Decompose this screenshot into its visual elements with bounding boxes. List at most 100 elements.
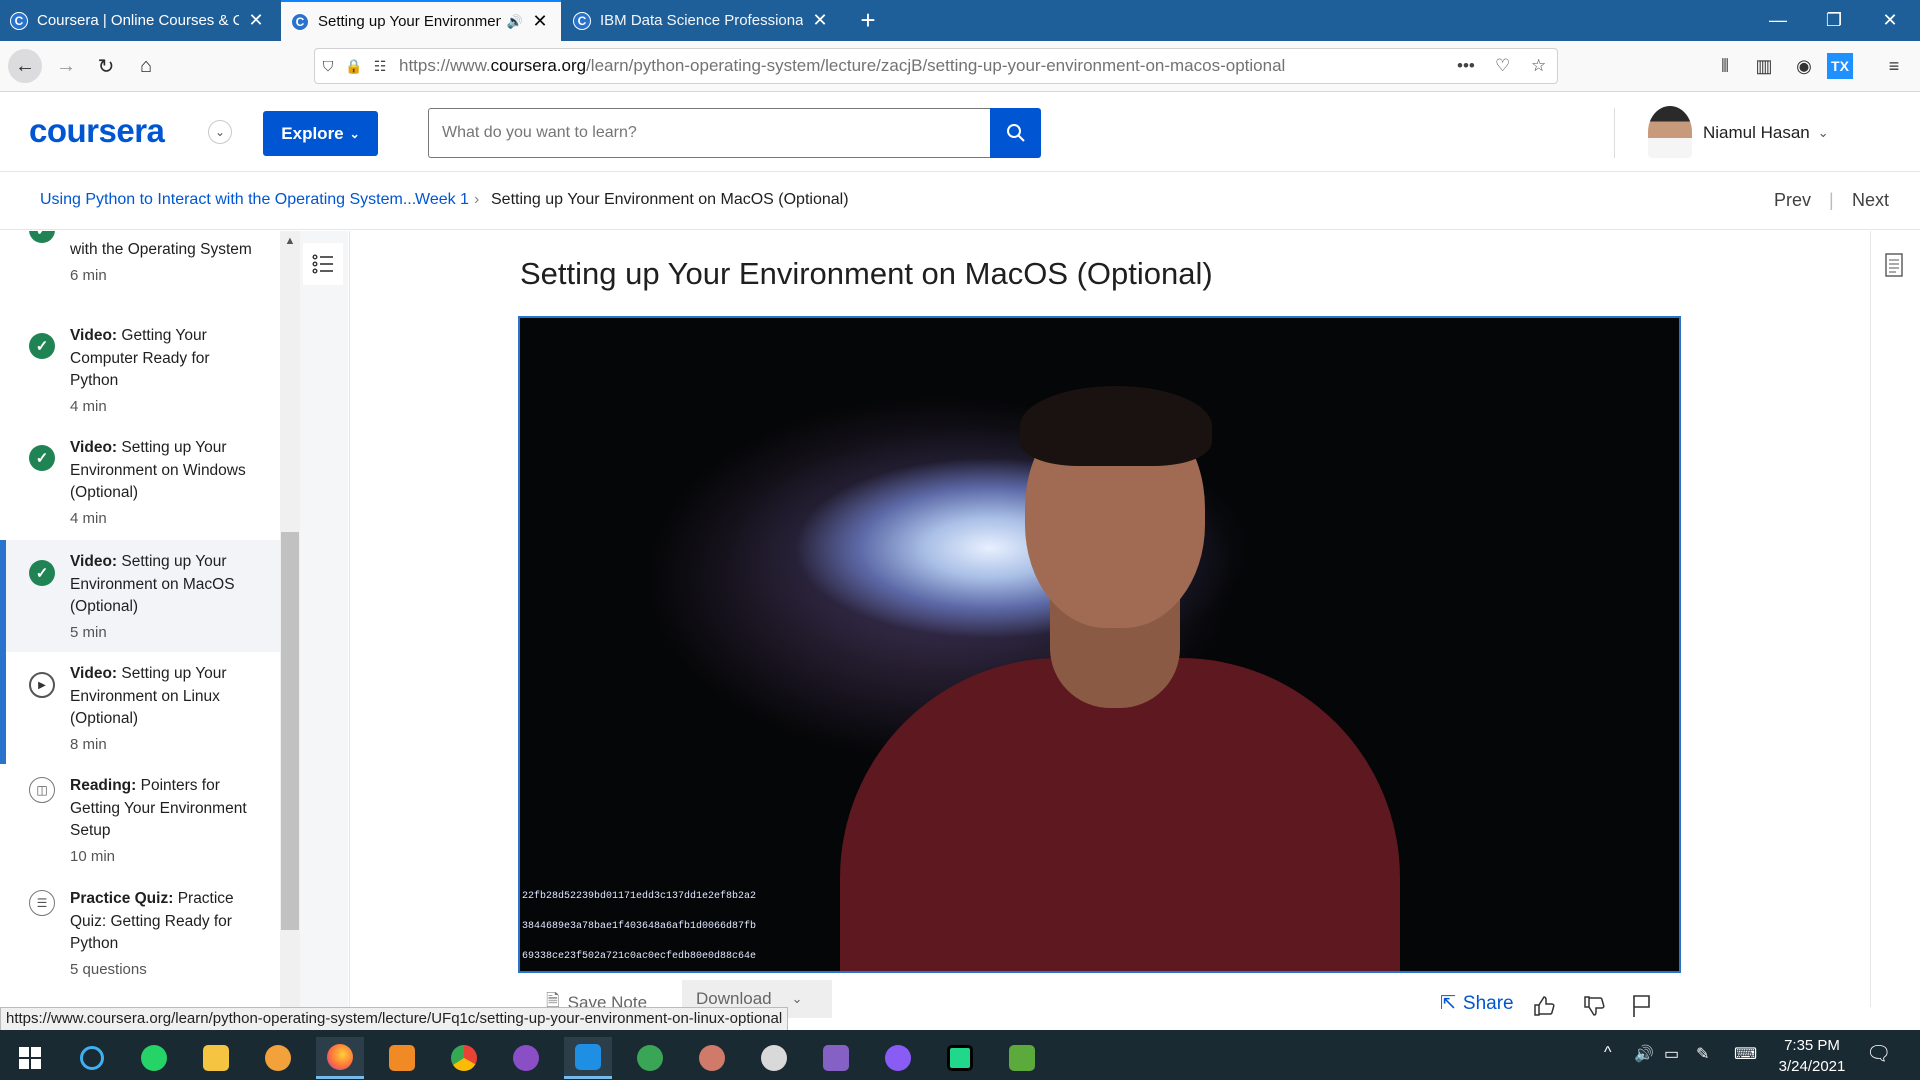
network-icon[interactable]: ▭ [1664, 1044, 1679, 1064]
reload-icon[interactable]: ↻ [89, 49, 123, 83]
browser-tab-ibm[interactable]: C IBM Data Science Professional C ✕ [563, 0, 841, 41]
shield-icon[interactable]: ⛉ [315, 58, 341, 75]
share-button[interactable]: ⇱ Share [1440, 992, 1514, 1015]
search-icon [1006, 124, 1025, 142]
list-item[interactable]: ◫ Reading: Pointers for Getting Your Env… [0, 775, 280, 879]
file-explorer-icon[interactable] [192, 1037, 240, 1079]
restore-icon[interactable]: ❐ [1806, 0, 1862, 41]
close-tab-icon[interactable]: ✕ [531, 11, 549, 32]
chevron-down-icon: ⌄ [1817, 125, 1829, 140]
user-menu[interactable]: Niamul Hasan ⌄ [1703, 123, 1829, 143]
taskbar-clock[interactable]: 7:35 PM 3/24/2021 [1767, 1035, 1857, 1077]
photo-app-icon[interactable] [378, 1037, 426, 1079]
search-button[interactable] [990, 108, 1041, 158]
outline-item-text: Video: Getting Your Computer Ready for P… [70, 325, 252, 418]
list-item[interactable]: ✓ with the Operating System 6 min [0, 231, 280, 305]
permissions-icon[interactable]: ☷ [367, 58, 393, 75]
volume-icon[interactable]: 🔊 [1634, 1044, 1654, 1064]
list-item[interactable]: ▶ Video: Setting up Your Environment on … [0, 652, 280, 764]
pycharm-icon[interactable] [936, 1037, 984, 1079]
next-link[interactable]: Next [1852, 190, 1889, 211]
list-item-active[interactable]: ✓ Video: Setting up Your Environment on … [0, 540, 280, 652]
list-item[interactable]: ✓ Video: Getting Your Computer Ready for… [0, 325, 280, 429]
new-tab-icon[interactable]: + [852, 4, 884, 36]
coursera-logo[interactable]: coursera [29, 112, 165, 150]
windows-taskbar: ^ 🔊 ▭ ✎ ⌨ 7:35 PM 3/24/2021 🗨 [0, 1030, 1920, 1080]
library-icon[interactable]: ⫴ [1708, 49, 1742, 83]
video-player[interactable]: 22fb28d52239bd01171edd3c137dd1e2ef8b2a2 … [518, 316, 1681, 973]
sidebar-scrollbar-thumb[interactable] [281, 532, 299, 930]
clock-date: 3/24/2021 [1778, 1058, 1846, 1075]
app-icon[interactable] [688, 1037, 736, 1079]
like-button[interactable] [1530, 992, 1558, 1020]
keyboard-icon[interactable]: ⌨ [1734, 1044, 1757, 1064]
toc-toggle-button[interactable] [303, 243, 343, 285]
url-bar[interactable]: ⛉ 🔒 ☷ https://www.coursera.org/learn/pyt… [314, 48, 1558, 84]
inkscape-icon[interactable] [750, 1037, 798, 1079]
outline-item-kind: Video: [70, 327, 118, 344]
scroll-up-icon[interactable]: ▲ [280, 231, 300, 251]
coursera-favicon-icon: C [10, 11, 28, 30]
browser-tab-current[interactable]: C Setting up Your Environmen 🔊 ✕ [281, 0, 561, 41]
minimize-icon[interactable]: — [1750, 0, 1806, 41]
sidebar-toggle-icon[interactable]: ▥ [1747, 49, 1781, 83]
firefox-icon[interactable] [316, 1037, 364, 1079]
spreadsheet-icon[interactable] [998, 1037, 1046, 1079]
notifications-icon[interactable]: 🗨 [1866, 1041, 1891, 1066]
url-path: /learn/python-operating-system/lecture/z… [586, 56, 1286, 75]
chevron-down-icon: ⌄ [349, 126, 360, 141]
list-item[interactable]: ✓ Video: Setting up Your Environment on … [0, 437, 280, 541]
chevron-up-icon[interactable]: ^ [1604, 1044, 1612, 1062]
home-icon[interactable]: ⌂ [129, 49, 163, 83]
windows-start-icon[interactable] [6, 1037, 54, 1079]
browser-tab-coursera-home[interactable]: C Coursera | Online Courses & Cre ✕ [0, 0, 277, 41]
browser-nav-bar: ← → ↻ ⌂ ⛉ 🔒 ☷ https://www.coursera.org/l… [0, 41, 1920, 92]
outline-item-duration: 8 min [70, 735, 107, 753]
chevron-down-icon[interactable]: ⌄ [208, 120, 232, 144]
messenger-icon[interactable] [874, 1037, 922, 1079]
user-name: Niamul Hasan [1703, 123, 1810, 142]
pocket-icon[interactable]: ♡ [1495, 49, 1510, 83]
dislike-button[interactable] [1580, 992, 1608, 1020]
speaker-icon[interactable]: 🔊 [507, 14, 523, 30]
share-label: Share [1462, 992, 1514, 1014]
search-icon[interactable] [68, 1037, 116, 1079]
bookmark-star-icon[interactable]: ☆ [1531, 49, 1546, 83]
prev-link[interactable]: Prev [1774, 190, 1811, 211]
globe-app-icon[interactable] [626, 1037, 674, 1079]
avatar[interactable] [1648, 106, 1692, 158]
menu-icon[interactable]: ≡ [1877, 49, 1911, 83]
forward-icon[interactable]: → [49, 49, 83, 83]
account-icon[interactable]: ◉ [1787, 49, 1821, 83]
pen-icon[interactable]: ✎ [1696, 1044, 1709, 1064]
breadcrumb-course[interactable]: Using Python to Interact with the Operat… [40, 191, 416, 209]
chrome-icon[interactable] [440, 1037, 488, 1079]
lock-icon[interactable]: 🔒 [341, 58, 367, 75]
transcript-icon[interactable] [1884, 253, 1906, 277]
github-desktop-icon[interactable] [502, 1037, 550, 1079]
outline-item-kind: Video: [70, 553, 118, 570]
visual-studio-icon[interactable] [812, 1037, 860, 1079]
close-window-icon[interactable]: ✕ [1862, 0, 1918, 41]
url-host: coursera.org [490, 56, 587, 75]
explore-button[interactable]: Explore ⌄ [263, 111, 378, 156]
prevnext-divider: | [1829, 190, 1834, 210]
close-tab-icon[interactable]: ✕ [811, 10, 829, 31]
outline-item-kind: Video: [70, 665, 118, 682]
outline-item-duration: 4 min [70, 509, 107, 527]
close-tab-icon[interactable]: ✕ [247, 10, 265, 31]
share-icon: ⇱ [1440, 993, 1456, 1014]
url-text[interactable]: https://www.coursera.org/learn/python-op… [399, 56, 1285, 76]
breadcrumb-week[interactable]: Week 1 [415, 191, 469, 209]
vscode-icon[interactable] [564, 1037, 612, 1079]
extension-icon[interactable]: TX [1827, 53, 1853, 79]
whatsapp-icon[interactable] [130, 1037, 178, 1079]
list-icon [312, 254, 333, 274]
back-icon[interactable]: ← [8, 49, 42, 83]
header-divider [1614, 108, 1615, 158]
security-app-icon[interactable] [254, 1037, 302, 1079]
list-item[interactable]: ☰ Practice Quiz: Practice Quiz: Getting … [0, 888, 280, 992]
search-input[interactable] [428, 108, 991, 158]
report-button[interactable] [1628, 992, 1656, 1020]
page-actions-icon[interactable]: ••• [1457, 49, 1475, 83]
